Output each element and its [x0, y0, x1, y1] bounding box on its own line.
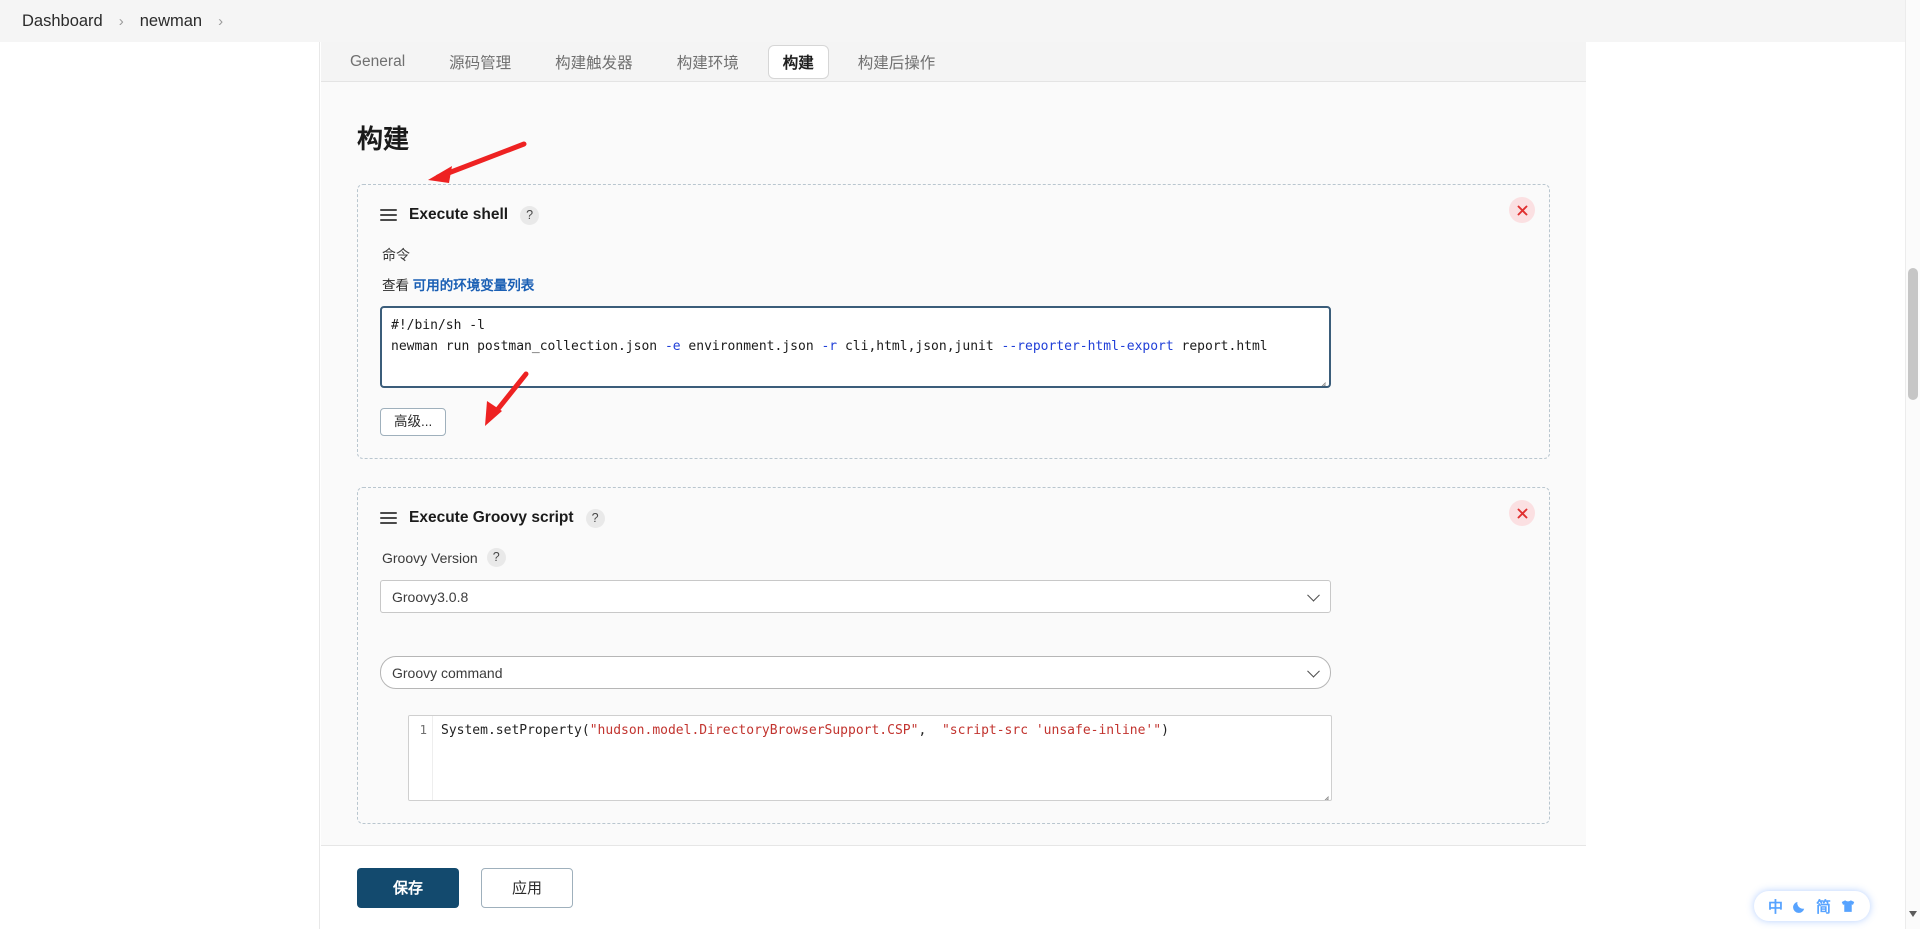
breadcrumb-item-dashboard[interactable]: Dashboard: [18, 10, 107, 33]
content-wrapper: General 源码管理 构建触发器 构建环境 构建 构建后操作 构建 Exec…: [0, 42, 1920, 929]
builder-execute-shell: Execute shell ? 命令 查看 可用的环境变量列表 #!/bin/s…: [357, 184, 1550, 459]
config-tab-bar: General 源码管理 构建触发器 构建环境 构建 构建后操作: [321, 42, 1586, 82]
form-footer: 保存 应用: [321, 845, 1586, 929]
page-root: Dashboard › newman › General 源码管理 构建触发器 …: [0, 0, 1920, 929]
groovy-command-type-value: Groovy command: [392, 664, 503, 681]
save-button[interactable]: 保存: [357, 867, 459, 908]
textarea-resize-handle[interactable]: [1315, 373, 1327, 386]
groovy-version-label-row: Groovy Version ?: [382, 548, 1527, 567]
advanced-button[interactable]: 高级...: [380, 408, 447, 436]
groovy-version-value: Groovy3.0.8: [392, 588, 469, 605]
panel-body: 构建 Execute shell ? 命令 查看 可用的环境变量列表 #!/bi…: [321, 83, 1586, 887]
groovy-code-string-2: "script-src 'unsafe-inline'": [941, 723, 1162, 738]
shell-script-line-2-part-b: environment.json: [680, 339, 822, 354]
env-vars-link[interactable]: 可用的环境变量列表: [413, 278, 535, 293]
chevron-down-icon: [1307, 664, 1320, 678]
breadcrumb-separator-icon-2: ›: [218, 12, 224, 30]
groovy-version-label: Groovy Version: [382, 549, 478, 566]
groovy-code-string-1: "hudson.model.DirectoryBrowserSupport.CS…: [589, 723, 919, 738]
help-icon-groovy[interactable]: ?: [585, 508, 605, 528]
shell-script-line-2-part-d: report.html: [1173, 339, 1268, 354]
command-label: 命令: [382, 247, 410, 263]
tab-build[interactable]: 构建: [767, 44, 829, 79]
groovy-code-part-a: System.setProperty(: [441, 723, 590, 738]
simplified-chinese-button[interactable]: 简: [1816, 896, 1831, 917]
shell-script-opt-reporter-html-export: --reporter-html-export: [1001, 339, 1174, 354]
tab-build-environment[interactable]: 构建环境: [662, 45, 754, 79]
drag-handle-icon[interactable]: [380, 512, 397, 524]
tab-build-trigger[interactable]: 构建触发器: [540, 45, 648, 79]
delete-builder-button-groovy[interactable]: [1509, 500, 1535, 526]
builder-title-groovy: Execute Groovy script: [409, 509, 574, 526]
chevron-down-icon: [1307, 588, 1320, 602]
groovy-version-select-row: Groovy3.0.8: [380, 580, 1527, 613]
editor-code-content[interactable]: System.setProperty("hudson.model.Directo…: [433, 716, 1331, 800]
scrollbar-down-arrow-icon[interactable]: [1909, 911, 1917, 917]
breadcrumb-item-newman[interactable]: newman: [136, 10, 206, 33]
shell-script-line-2-part-a: newman run postman_collection.json: [391, 339, 665, 354]
language-theme-widget[interactable]: 中 简: [1754, 891, 1871, 921]
moon-icon[interactable]: [1792, 899, 1807, 914]
builder-execute-groovy-script: Execute Groovy script ? Groovy Version ?…: [357, 487, 1550, 824]
help-icon-groovy-version[interactable]: ?: [486, 548, 506, 567]
shell-script-opt-r: -r: [821, 339, 838, 354]
groovy-version-select[interactable]: Groovy3.0.8: [380, 580, 1331, 613]
page-title: 构建: [357, 124, 410, 154]
tab-source-management[interactable]: 源码管理: [434, 45, 526, 79]
language-chinese-button[interactable]: 中: [1768, 896, 1783, 917]
right-gutter: [1586, 42, 1920, 929]
tab-general[interactable]: General: [335, 47, 420, 77]
shell-script-opt-e: -e: [664, 339, 681, 354]
help-icon-shell[interactable]: ?: [520, 205, 540, 225]
editor-line-numbers: 1: [409, 716, 433, 800]
builder-header-groovy: Execute Groovy script ?: [380, 506, 1527, 530]
close-icon: [1517, 205, 1527, 215]
breadcrumb-separator-icon: ›: [118, 12, 124, 30]
scrollbar-thumb[interactable]: [1908, 268, 1918, 400]
editor-resize-handle[interactable]: [1318, 787, 1330, 800]
select-spacer: [380, 613, 1527, 643]
groovy-command-select-row: Groovy command: [380, 656, 1527, 689]
groovy-code-part-b: ,: [918, 723, 942, 738]
shell-script-line-1: #!/bin/sh -l: [391, 318, 485, 333]
apply-button[interactable]: 应用: [481, 867, 573, 908]
close-icon: [1517, 508, 1527, 518]
tab-post-build-actions[interactable]: 构建后操作: [843, 45, 951, 79]
groovy-command-type-select[interactable]: Groovy command: [380, 656, 1331, 689]
builder-header-shell: Execute shell ?: [380, 203, 1527, 227]
env-vars-hint-prefix: 查看: [382, 278, 413, 293]
shell-command-textarea[interactable]: #!/bin/sh -l newman run postman_collecti…: [380, 306, 1331, 388]
main-panel: General 源码管理 构建触发器 构建环境 构建 构建后操作 构建 Exec…: [321, 42, 1586, 929]
env-vars-hint: 查看 可用的环境变量列表: [382, 274, 1527, 294]
groovy-code-editor[interactable]: 1 System.setProperty("hudson.model.Direc…: [408, 715, 1332, 801]
builder-title-shell: Execute shell: [409, 206, 509, 223]
page-scrollbar[interactable]: [1905, 0, 1920, 929]
tshirt-icon[interactable]: [1840, 899, 1856, 914]
shell-script-line-2-part-c: cli,html,json,junit: [837, 339, 1002, 354]
groovy-code-part-c: ): [1161, 723, 1169, 738]
breadcrumb: Dashboard › newman ›: [0, 0, 1920, 42]
left-gutter: [0, 42, 320, 929]
drag-handle-icon[interactable]: [380, 209, 397, 221]
delete-builder-button-shell[interactable]: [1509, 197, 1535, 223]
